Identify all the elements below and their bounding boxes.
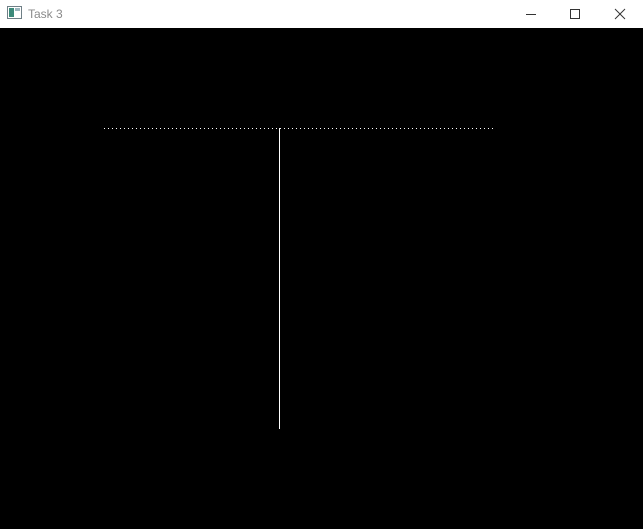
minimize-icon [525,8,537,20]
close-icon [614,8,626,20]
minimize-button[interactable] [508,0,554,28]
drawing-canvas[interactable] [0,28,643,529]
close-button[interactable] [597,0,643,28]
app-window: Task 3 [0,0,643,529]
maximize-icon [569,8,581,20]
title-bar[interactable]: Task 3 [0,0,643,28]
window-title: Task 3 [28,7,63,21]
window-app-icon[interactable] [7,6,22,19]
maximize-button[interactable] [552,0,598,28]
